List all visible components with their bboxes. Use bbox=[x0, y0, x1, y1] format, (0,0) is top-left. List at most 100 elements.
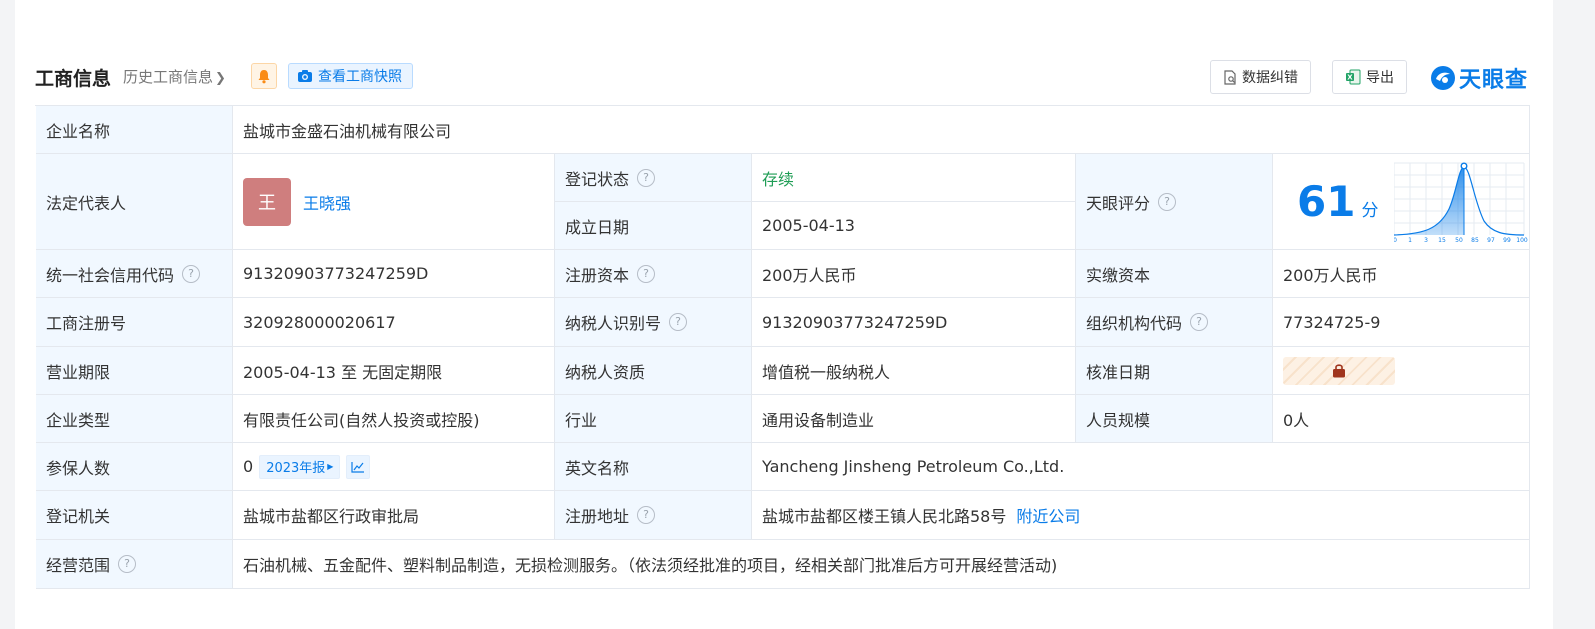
score-axis-tick: 97 bbox=[1488, 237, 1496, 243]
notification-bell-button[interactable] bbox=[251, 63, 277, 89]
credit-code-label-cell: 统一社会信用代码? bbox=[36, 250, 233, 298]
legal-rep-name-link[interactable]: 王晓强 bbox=[303, 190, 351, 214]
legal-rep-cell: 王 王晓强 bbox=[233, 154, 555, 250]
reg-status-label-cell: 登记状态? bbox=[555, 154, 752, 202]
annual-report-dropdown[interactable]: 2023年报 ▶ bbox=[259, 454, 341, 479]
reg-capital-label: 注册资本 bbox=[565, 265, 630, 285]
insured-label: 参保人数 bbox=[36, 443, 233, 491]
english-name-label: 英文名称 bbox=[555, 443, 752, 491]
tax-qual-label: 纳税人资质 bbox=[555, 347, 752, 395]
camera-icon bbox=[298, 70, 312, 82]
score-cell[interactable]: 61 分 0 1 3 15 50 85 97 99 100 bbox=[1273, 154, 1530, 250]
taxpayer-id-label: 纳税人识别号 bbox=[565, 314, 662, 333]
english-name-value: Yancheng Jinsheng Petroleum Co.,Ltd. bbox=[752, 443, 1530, 491]
trend-chart-icon bbox=[351, 461, 365, 473]
score-axis-tick: 85 bbox=[1472, 237, 1480, 243]
staff-label: 人员规模 bbox=[1076, 395, 1273, 443]
help-icon[interactable]: ? bbox=[1190, 313, 1209, 331]
reg-status-value-cell: 存续 bbox=[752, 154, 1076, 202]
address-cell: 盐城市盐都区楼王镇人民北路58号 附近公司 bbox=[752, 491, 1530, 540]
scope-label-cell: 经营范围? bbox=[36, 540, 233, 589]
help-icon[interactable]: ? bbox=[637, 506, 656, 524]
help-icon[interactable]: ? bbox=[1158, 192, 1177, 211]
score-unit: 分 bbox=[1361, 201, 1379, 221]
credit-code-value: 91320903773247259D bbox=[233, 250, 555, 298]
avatar[interactable]: 王 bbox=[243, 177, 291, 226]
score-distribution-chart: 0 1 3 15 50 85 97 99 100 bbox=[1394, 162, 1529, 243]
scope-value: 石油机械、五金配件、塑料制品制造，无损检测服务。（依法须经批准的项目，经相关部门… bbox=[233, 540, 1530, 589]
svg-text:X: X bbox=[1347, 74, 1353, 82]
data-correction-label: 数据纠错 bbox=[1242, 70, 1298, 86]
info-table: 企业名称 盐城市金盛石油机械有限公司 法定代表人 王 王晓强 登记状态? 存续 … bbox=[35, 105, 1530, 589]
export-button[interactable]: X 导出 bbox=[1332, 60, 1407, 94]
score-label-cell: 天眼评分? bbox=[1076, 154, 1273, 250]
view-snapshot-button[interactable]: 查看工商快照 bbox=[288, 63, 413, 89]
caret-right-icon: ▶ bbox=[327, 462, 334, 471]
locked-value-button[interactable] bbox=[1283, 356, 1395, 385]
org-code-label: 组织机构代码 bbox=[1086, 314, 1183, 333]
taxpayer-id-value: 91320903773247259D bbox=[752, 298, 1076, 347]
term-value: 2005-04-13 至 无固定期限 bbox=[233, 347, 555, 395]
bell-icon bbox=[258, 69, 270, 83]
reg-capital-value: 200万人民币 bbox=[752, 250, 1076, 298]
score-axis-tick: 3 bbox=[1425, 237, 1429, 243]
founded-value: 2005-04-13 bbox=[752, 202, 1076, 250]
section-title: 工商信息 bbox=[35, 68, 112, 90]
score-axis-tick: 50 bbox=[1456, 237, 1464, 243]
nearby-companies-link[interactable]: 附近公司 bbox=[1016, 503, 1080, 527]
paid-capital-value: 200万人民币 bbox=[1273, 250, 1530, 298]
excel-icon: X bbox=[1346, 69, 1361, 85]
lock-icon bbox=[1333, 364, 1345, 378]
insured-value: 0 bbox=[243, 457, 254, 476]
approval-date-label: 核准日期 bbox=[1076, 347, 1273, 395]
tianyancha-logo: 天眼查 bbox=[1430, 62, 1528, 94]
annual-report-label: 2023年报 bbox=[266, 461, 326, 476]
score-label: 天眼评分 bbox=[1086, 193, 1151, 213]
company-name-label: 企业名称 bbox=[36, 106, 233, 154]
industry-value: 通用设备制造业 bbox=[752, 395, 1076, 443]
staff-value: 0人 bbox=[1273, 395, 1530, 443]
help-icon[interactable]: ? bbox=[637, 168, 656, 187]
taxpayer-id-label-cell: 纳税人识别号? bbox=[555, 298, 752, 347]
reg-status-label: 登记状态 bbox=[565, 169, 630, 189]
authority-label: 登记机关 bbox=[36, 491, 233, 540]
score-axis-tick: 0 bbox=[1394, 237, 1397, 243]
scope-label: 经营范围 bbox=[46, 556, 111, 575]
org-code-label-cell: 组织机构代码? bbox=[1076, 298, 1273, 347]
company-name-value: 盐城市金盛石油机械有限公司 bbox=[233, 106, 1530, 154]
help-icon[interactable]: ? bbox=[182, 264, 201, 283]
score-axis-tick: 100 bbox=[1517, 237, 1529, 243]
history-info-link[interactable]: 历史工商信息 ❯ bbox=[123, 66, 226, 87]
address-label-cell: 注册地址? bbox=[555, 491, 752, 540]
logo-text: 天眼查 bbox=[1459, 68, 1529, 93]
help-icon[interactable]: ? bbox=[669, 313, 688, 331]
view-snapshot-label: 查看工商快照 bbox=[318, 69, 402, 85]
trend-chart-button[interactable] bbox=[346, 454, 371, 479]
org-code-value: 77324725-9 bbox=[1273, 298, 1530, 347]
company-type-value: 有限责任公司(自然人投资或控股) bbox=[233, 395, 555, 443]
export-label: 导出 bbox=[1366, 70, 1394, 86]
term-label: 营业期限 bbox=[36, 347, 233, 395]
reg-capital-label-cell: 注册资本? bbox=[555, 250, 752, 298]
industry-label: 行业 bbox=[555, 395, 752, 443]
document-edit-icon bbox=[1224, 69, 1236, 85]
credit-code-label: 统一社会信用代码 bbox=[46, 265, 175, 285]
help-icon[interactable]: ? bbox=[637, 264, 656, 283]
history-info-label: 历史工商信息 bbox=[123, 68, 214, 86]
tax-qual-value: 增值税一般纳税人 bbox=[752, 347, 1076, 395]
reg-no-label: 工商注册号 bbox=[36, 298, 233, 347]
approval-date-cell bbox=[1273, 347, 1530, 395]
legal-rep-label: 法定代表人 bbox=[36, 154, 233, 250]
paid-capital-label: 实缴资本 bbox=[1076, 250, 1273, 298]
address-value: 盐城市盐都区楼王镇人民北路58号 bbox=[762, 507, 1007, 526]
reg-no-value: 320928000020617 bbox=[233, 298, 555, 347]
founded-label: 成立日期 bbox=[555, 202, 752, 250]
score-axis-tick: 99 bbox=[1504, 237, 1512, 243]
score-value: 61 bbox=[1297, 177, 1356, 226]
data-correction-button[interactable]: 数据纠错 bbox=[1210, 60, 1311, 94]
reg-status-value: 存续 bbox=[762, 169, 795, 189]
help-icon[interactable]: ? bbox=[118, 555, 137, 573]
chevron-right-icon: ❯ bbox=[215, 71, 226, 86]
insured-cell: 0 2023年报 ▶ bbox=[233, 443, 555, 491]
company-info-panel: 工商信息 历史工商信息 ❯ 查看工商快照 数据纠错 X 导出 天眼查 企业名称 … bbox=[15, 0, 1553, 629]
